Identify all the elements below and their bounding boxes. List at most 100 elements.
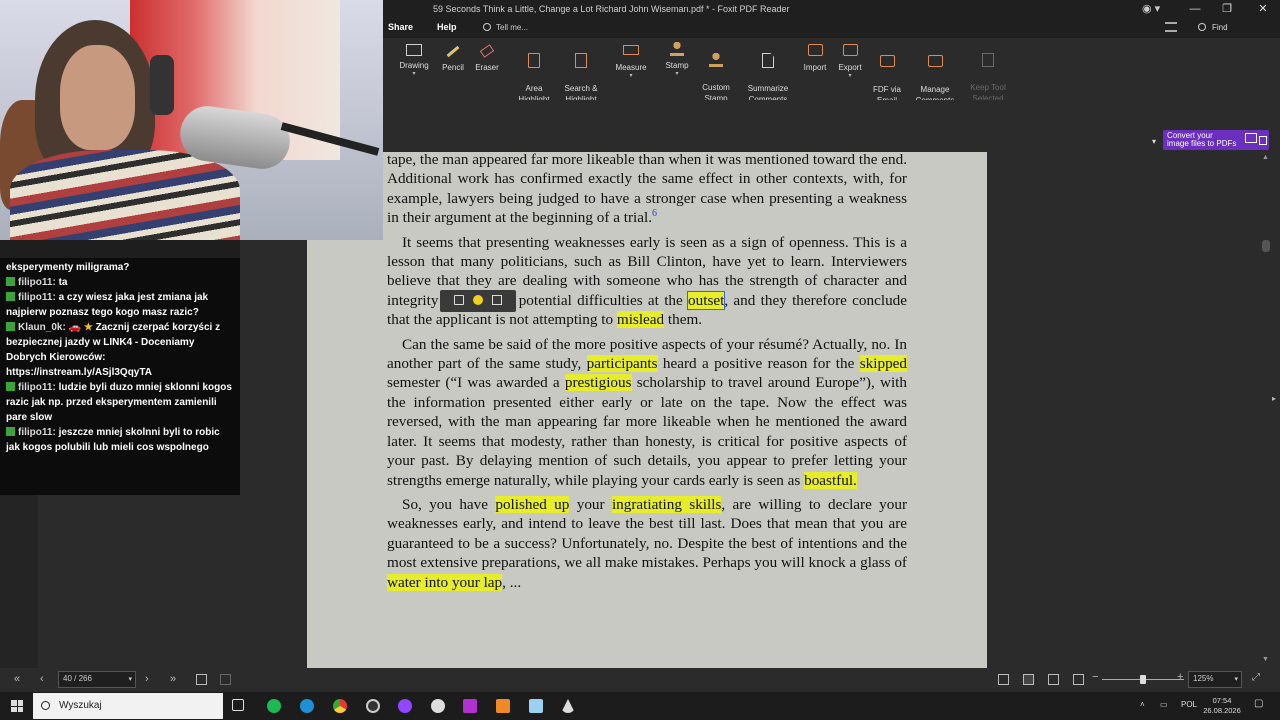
highlight-annotation[interactable]: polished up: [495, 495, 570, 513]
drawing-button[interactable]: Drawing ▾: [396, 42, 432, 98]
foxit-icon[interactable]: [496, 699, 510, 713]
page-number-field[interactable]: 40 / 266 ▾: [58, 671, 136, 688]
highlight-annotation[interactable]: prestigious: [564, 374, 632, 392]
continuous-view-icon[interactable]: [1023, 674, 1034, 685]
fullscreen-icon[interactable]: ⤢: [1252, 672, 1260, 683]
fdf-via-email-button[interactable]: FDF via Email: [871, 42, 903, 105]
steam-icon[interactable]: [431, 699, 445, 713]
obs-icon[interactable]: [366, 699, 380, 713]
stamp-button[interactable]: Stamp ▾: [663, 42, 691, 98]
tab-share[interactable]: Share: [388, 22, 413, 32]
network-icon[interactable]: ▭: [1160, 700, 1168, 709]
copy-view-icon[interactable]: [196, 674, 207, 685]
measure-button[interactable]: Measure ▾: [613, 42, 649, 98]
eraser-button[interactable]: Eraser: [474, 42, 500, 98]
continuous-facing-view-icon[interactable]: [1073, 674, 1084, 685]
zoom-in-icon[interactable]: +: [1177, 671, 1183, 683]
drawing-label: Drawing: [399, 61, 429, 70]
twitch-icon[interactable]: [398, 699, 412, 713]
first-page-icon[interactable]: «: [14, 673, 20, 685]
footnote-link[interactable]: 6: [652, 208, 657, 219]
left-nav-panel: [0, 495, 38, 668]
summarize-icon: [762, 53, 774, 68]
area-highlight-button[interactable]: Area Highlight: [515, 42, 553, 104]
custom-stamp-button[interactable]: Custom Stamp: [697, 42, 735, 103]
chevron-down-icon[interactable]: ▾: [1152, 137, 1156, 146]
lightbulb-icon: [483, 23, 491, 31]
moderator-badge-icon: [6, 277, 15, 286]
export-label: Export: [838, 63, 862, 72]
highlight-annotation[interactable]: water into your lap: [387, 573, 503, 591]
dropdown-arrow-icon: ▾: [412, 71, 416, 77]
minimize-button[interactable]: —: [1180, 1, 1210, 17]
properties-icon[interactable]: [492, 295, 502, 305]
task-view-icon[interactable]: [232, 699, 244, 711]
spotify-icon[interactable]: [267, 699, 281, 713]
search-highlight-button[interactable]: Search & Highlight: [561, 42, 601, 104]
tab-help[interactable]: Help: [437, 22, 457, 32]
stamp-icon: [670, 42, 684, 56]
manage-comments-button[interactable]: Manage Comments: [911, 42, 959, 105]
notepad-icon[interactable]: [529, 699, 543, 713]
clock-time: 07:54: [1212, 696, 1232, 705]
single-page-view-icon[interactable]: [998, 674, 1009, 685]
pdf-text-run: semester (“I was awarded a: [387, 374, 565, 392]
split-view-icon[interactable]: [220, 674, 231, 685]
keep-tool-selected-button[interactable]: Keep Tool Selected: [969, 42, 1007, 103]
vertical-scrollbar-thumb[interactable]: [1262, 240, 1270, 252]
highlight-annotation[interactable]: boastful.: [804, 471, 857, 489]
moderator-badge-icon: [6, 292, 15, 301]
zoom-slider-thumb[interactable]: [1140, 675, 1146, 684]
find-input[interactable]: Find: [1192, 20, 1276, 35]
taskbar-search[interactable]: Wyszukaj: [33, 693, 223, 719]
restore-button[interactable]: ❐: [1212, 1, 1242, 17]
utility-icon[interactable]: [561, 699, 575, 713]
next-page-icon[interactable]: ›: [145, 673, 149, 685]
facing-view-icon[interactable]: [1048, 674, 1059, 685]
zoom-out-icon[interactable]: −: [1092, 671, 1098, 683]
pencil-button[interactable]: Pencil: [440, 42, 466, 98]
notifications-icon[interactable]: ▢: [1254, 698, 1263, 709]
ruler-icon: [623, 45, 639, 55]
export-button[interactable]: Export ▾: [835, 42, 865, 98]
page-text: tape, the man appeared far more likeable…: [387, 152, 907, 592]
clock-date: 26.08.2026: [1203, 706, 1241, 715]
comment-icon[interactable]: [454, 295, 464, 305]
language-indicator[interactable]: POL: [1181, 700, 1197, 709]
stream-chat-overlay: eksperymenty miligrama? filipo11: ta filip…: [0, 258, 240, 495]
side-panel-expand-icon[interactable]: ▸: [1272, 394, 1276, 403]
chrome-icon[interactable]: [333, 699, 347, 713]
ribbon-options-icon[interactable]: [1165, 22, 1177, 32]
app-icon[interactable]: [463, 699, 477, 713]
previous-page-icon[interactable]: ‹: [40, 673, 44, 685]
highlight-annotation[interactable]: ingratiating skills: [611, 495, 722, 513]
highlight-annotation[interactable]: mislead: [616, 311, 665, 329]
import-button[interactable]: Import: [800, 42, 830, 98]
zoom-field[interactable]: 125% ▾: [1188, 671, 1242, 688]
highlight-color-icon[interactable]: [473, 295, 483, 305]
convert-images-banner[interactable]: Convert your image files to PDFs: [1163, 130, 1269, 150]
summarize-comments-button[interactable]: Summarize Comments: [745, 42, 791, 104]
highlight-annotation[interactable]: skipped: [859, 355, 907, 373]
rectangle-icon: [406, 44, 422, 56]
taskbar-clock[interactable]: 07:54 26.08.2026: [1202, 696, 1242, 716]
pdf-page[interactable]: tape, the man appeared far more likeable…: [307, 152, 987, 668]
last-page-icon[interactable]: »: [170, 673, 176, 685]
tell-me-search[interactable]: Tell me...: [478, 20, 556, 35]
edge-icon[interactable]: [300, 699, 314, 713]
highlight-annotation[interactable]: outset: [687, 290, 726, 310]
moderator-badge-icon: [6, 427, 15, 436]
tray-arrow-icon[interactable]: ˄: [1140, 700, 1145, 709]
scroll-up-arrow-icon[interactable]: ▲: [1262, 154, 1269, 161]
close-button[interactable]: ✕: [1248, 1, 1278, 17]
scroll-down-arrow-icon[interactable]: ▼: [1262, 656, 1269, 663]
pdf-text-run: them.: [664, 311, 703, 329]
highlight-annotation[interactable]: participants: [586, 355, 658, 373]
webcam-overlay: [0, 0, 383, 240]
user-icon[interactable]: ◉ ▾: [1142, 2, 1160, 15]
chat-message: filipo11: ludzie byli duzo mniej sklonni…: [6, 380, 234, 425]
windows-start-icon[interactable]: [11, 700, 23, 712]
search-icon: [41, 701, 50, 710]
chat-message: filipo11: ta: [6, 275, 234, 290]
comment-ribbon: Drawing ▾ Pencil Eraser Area Highlight S…: [383, 38, 1280, 105]
